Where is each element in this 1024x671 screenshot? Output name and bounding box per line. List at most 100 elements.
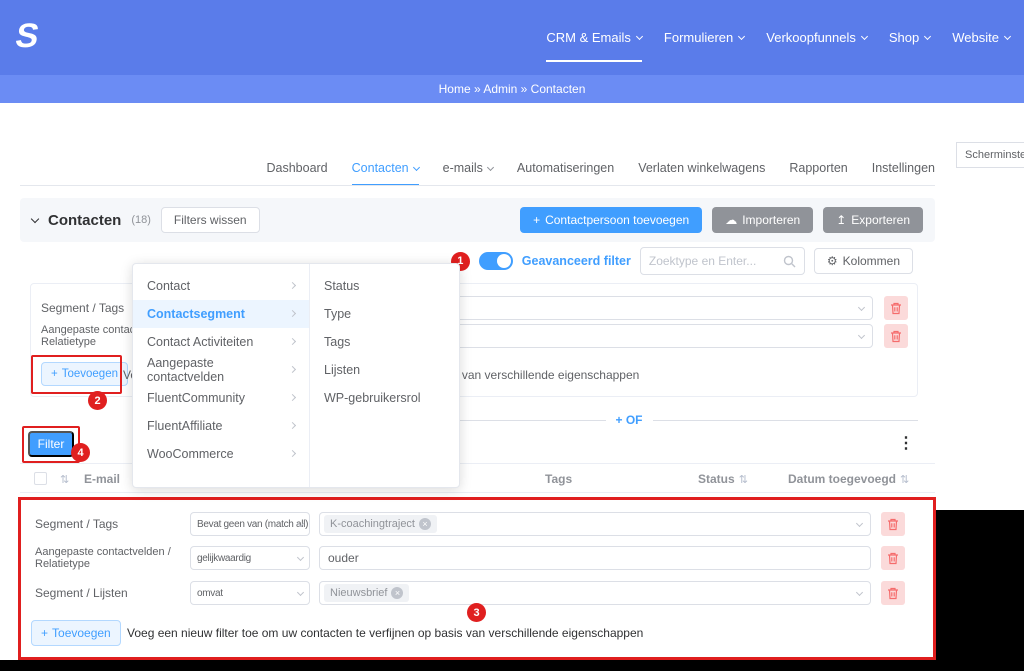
menu-item-contact[interactable]: Contact (133, 272, 309, 300)
submenu-item-lijsten[interactable]: Lijsten (310, 356, 461, 384)
column-email[interactable]: E-mail (84, 464, 120, 494)
select-all-checkbox[interactable] (34, 472, 47, 485)
clear-filters-button[interactable]: Filters wissen (160, 207, 260, 233)
menu-item-fluentaffiliate[interactable]: FluentAffiliate (133, 412, 309, 440)
column-label: E-mail (84, 472, 121, 486)
topnav-label: CRM & Emails (546, 30, 631, 45)
export-button[interactable]: ↥ Exporteren (823, 207, 923, 233)
menu-item-label: FluentAffiliate (147, 419, 223, 433)
menu-item-contactsegment[interactable]: Contactsegment (133, 300, 309, 328)
column-date[interactable]: Datum toegevoegd ⇅ (788, 464, 909, 494)
crm-nav-label: Dashboard (266, 161, 328, 175)
submenu-item-wp-gebruikersrol[interactable]: WP-gebruikersrol (310, 384, 461, 412)
export-icon: ↥ (836, 213, 847, 227)
operator-value: gelijkwaardig (197, 552, 251, 564)
more-options-icon[interactable]: ⋮ (898, 433, 914, 453)
separator-line (652, 419, 919, 421)
operator-select[interactable]: gelijkwaardig (190, 546, 310, 570)
add-filter-label: Toevoegen (61, 368, 118, 380)
chevron-down-icon (296, 553, 305, 561)
chip-label: Nieuwsbrief (330, 587, 388, 599)
value-select[interactable]: K-coachingtraject × (319, 512, 871, 536)
tag-chip: Nieuwsbrief × (324, 584, 410, 602)
operator-select[interactable]: Bevat geen van (match all) (190, 512, 310, 536)
add-filter-button[interactable]: + Toevoegen (31, 620, 121, 646)
chevron-down-icon (296, 588, 305, 596)
delete-filter-button[interactable] (881, 581, 905, 605)
delete-filter-button[interactable] (884, 296, 908, 320)
chevron-down-icon (412, 163, 420, 171)
menu-item-aangepaste-contactvelden[interactable]: Aangepaste contactvelden (133, 356, 309, 384)
topnav-label: Verkoopfunnels (766, 30, 856, 45)
sort-icon[interactable]: ⇅ (739, 473, 748, 486)
menu-column-left: Contact Contactsegment Contact Activitei… (133, 272, 309, 468)
operator-value: Bevat geen van (match all) (197, 518, 309, 530)
add-filter-button[interactable]: + Toevoegen (41, 362, 128, 386)
nav-divider (20, 185, 935, 186)
screen-options-tab[interactable]: Scherminstellingen (956, 142, 1024, 168)
submenu-item-type[interactable]: Type (310, 300, 461, 328)
crm-nav-item-dashboard[interactable]: Dashboard (266, 150, 327, 186)
tag-chip: K-coachingtraject × (324, 515, 437, 533)
column-tags[interactable]: Tags (545, 464, 572, 494)
topnav-item-formulieren[interactable]: Formulieren (663, 0, 746, 75)
advanced-filter-toggle[interactable] (478, 252, 513, 270)
column-status[interactable]: Status ⇅ (698, 464, 748, 494)
advanced-filter-panel: Segment / Tags Bevat geen van (match all… (18, 497, 936, 660)
submenu-item-tags[interactable]: Tags (310, 328, 461, 356)
delete-filter-button[interactable] (881, 512, 905, 536)
crm-nav-item-verlaten-winkelwagens[interactable]: Verlaten winkelwagens (638, 150, 765, 186)
value-select[interactable]: Nieuwsbrief × (319, 581, 871, 605)
value-input[interactable] (319, 546, 871, 570)
crm-nav-item-rapporten[interactable]: Rapporten (789, 150, 847, 186)
chevron-right-icon (288, 421, 297, 429)
filter-row-label: Segment / Lijsten (35, 586, 128, 600)
crm-nav-item-emails[interactable]: e-mails (443, 150, 494, 186)
crm-nav-label: Contacten (351, 161, 409, 175)
chevron-right-icon (288, 337, 297, 345)
top-navbar: S CRM & Emails Formulieren Verkoopfunnel… (0, 0, 1024, 75)
submenu-item-label: Lijsten (324, 363, 361, 377)
crm-nav-item-automatiseringen[interactable]: Automatiseringen (517, 150, 614, 186)
export-label: Exporteren (851, 213, 910, 227)
add-contact-button[interactable]: + Contactpersoon toevoegen (520, 207, 703, 233)
delete-filter-button[interactable] (881, 546, 905, 570)
submenu-item-status[interactable]: Status (310, 272, 461, 300)
operator-select[interactable]: omvat (190, 581, 310, 605)
filter-apply-button[interactable]: Filter (28, 431, 74, 457)
topnav-item-crm-emails[interactable]: CRM & Emails (546, 0, 643, 75)
import-button[interactable]: ☁ Importeren (712, 207, 814, 233)
chevron-right-icon (289, 365, 297, 373)
submenu-item-label: Status (324, 279, 360, 293)
menu-item-fluentcommunity[interactable]: FluentCommunity (133, 384, 309, 412)
column-label: Datum toegevoegd (788, 472, 897, 486)
label-line-1: Aangepaste contactvelden / (35, 546, 171, 558)
chip-remove-icon[interactable]: × (391, 587, 404, 599)
delete-filter-button[interactable] (884, 324, 908, 348)
sort-icon[interactable]: ⇅ (60, 473, 69, 486)
columns-label: Kolommen (842, 254, 900, 268)
search-input[interactable] (648, 254, 777, 268)
menu-item-woocommerce[interactable]: WooCommerce (133, 440, 309, 468)
topnav-label: Formulieren (663, 30, 734, 45)
columns-button[interactable]: ⚙ Kolommen (813, 248, 913, 274)
crm-nav-label: Instellingen (871, 161, 935, 175)
topnav-item-verkoopfunnels[interactable]: Verkoopfunnels (766, 0, 868, 75)
collapse-chevron-icon[interactable] (30, 214, 40, 223)
breadcrumb[interactable]: Home » Admin » Contacten (439, 82, 586, 96)
crm-nav-label: Verlaten winkelwagens (638, 161, 766, 175)
add-contact-label: Contactpersoon toevoegen (545, 213, 690, 227)
brand-logo[interactable]: S (12, 16, 42, 56)
topnav-item-shop[interactable]: Shop (888, 0, 932, 75)
chevron-right-icon (288, 281, 297, 289)
sort-icon[interactable]: ⇅ (900, 473, 909, 486)
topnav-label: Shop (888, 30, 920, 45)
crm-nav-label: Rapporten (789, 161, 848, 175)
crm-nav-item-instellingen[interactable]: Instellingen (872, 150, 935, 186)
menu-item-contact-activiteiten[interactable]: Contact Activiteiten (133, 328, 309, 356)
menu-column-right: Status Type Tags Lijsten WP-gebruikersro… (310, 272, 461, 412)
chip-remove-icon[interactable]: × (419, 518, 431, 530)
column-label: Status (698, 472, 735, 486)
crm-nav-item-contacten[interactable]: Contacten (351, 150, 420, 186)
topnav-item-website[interactable]: Website (952, 0, 1012, 75)
